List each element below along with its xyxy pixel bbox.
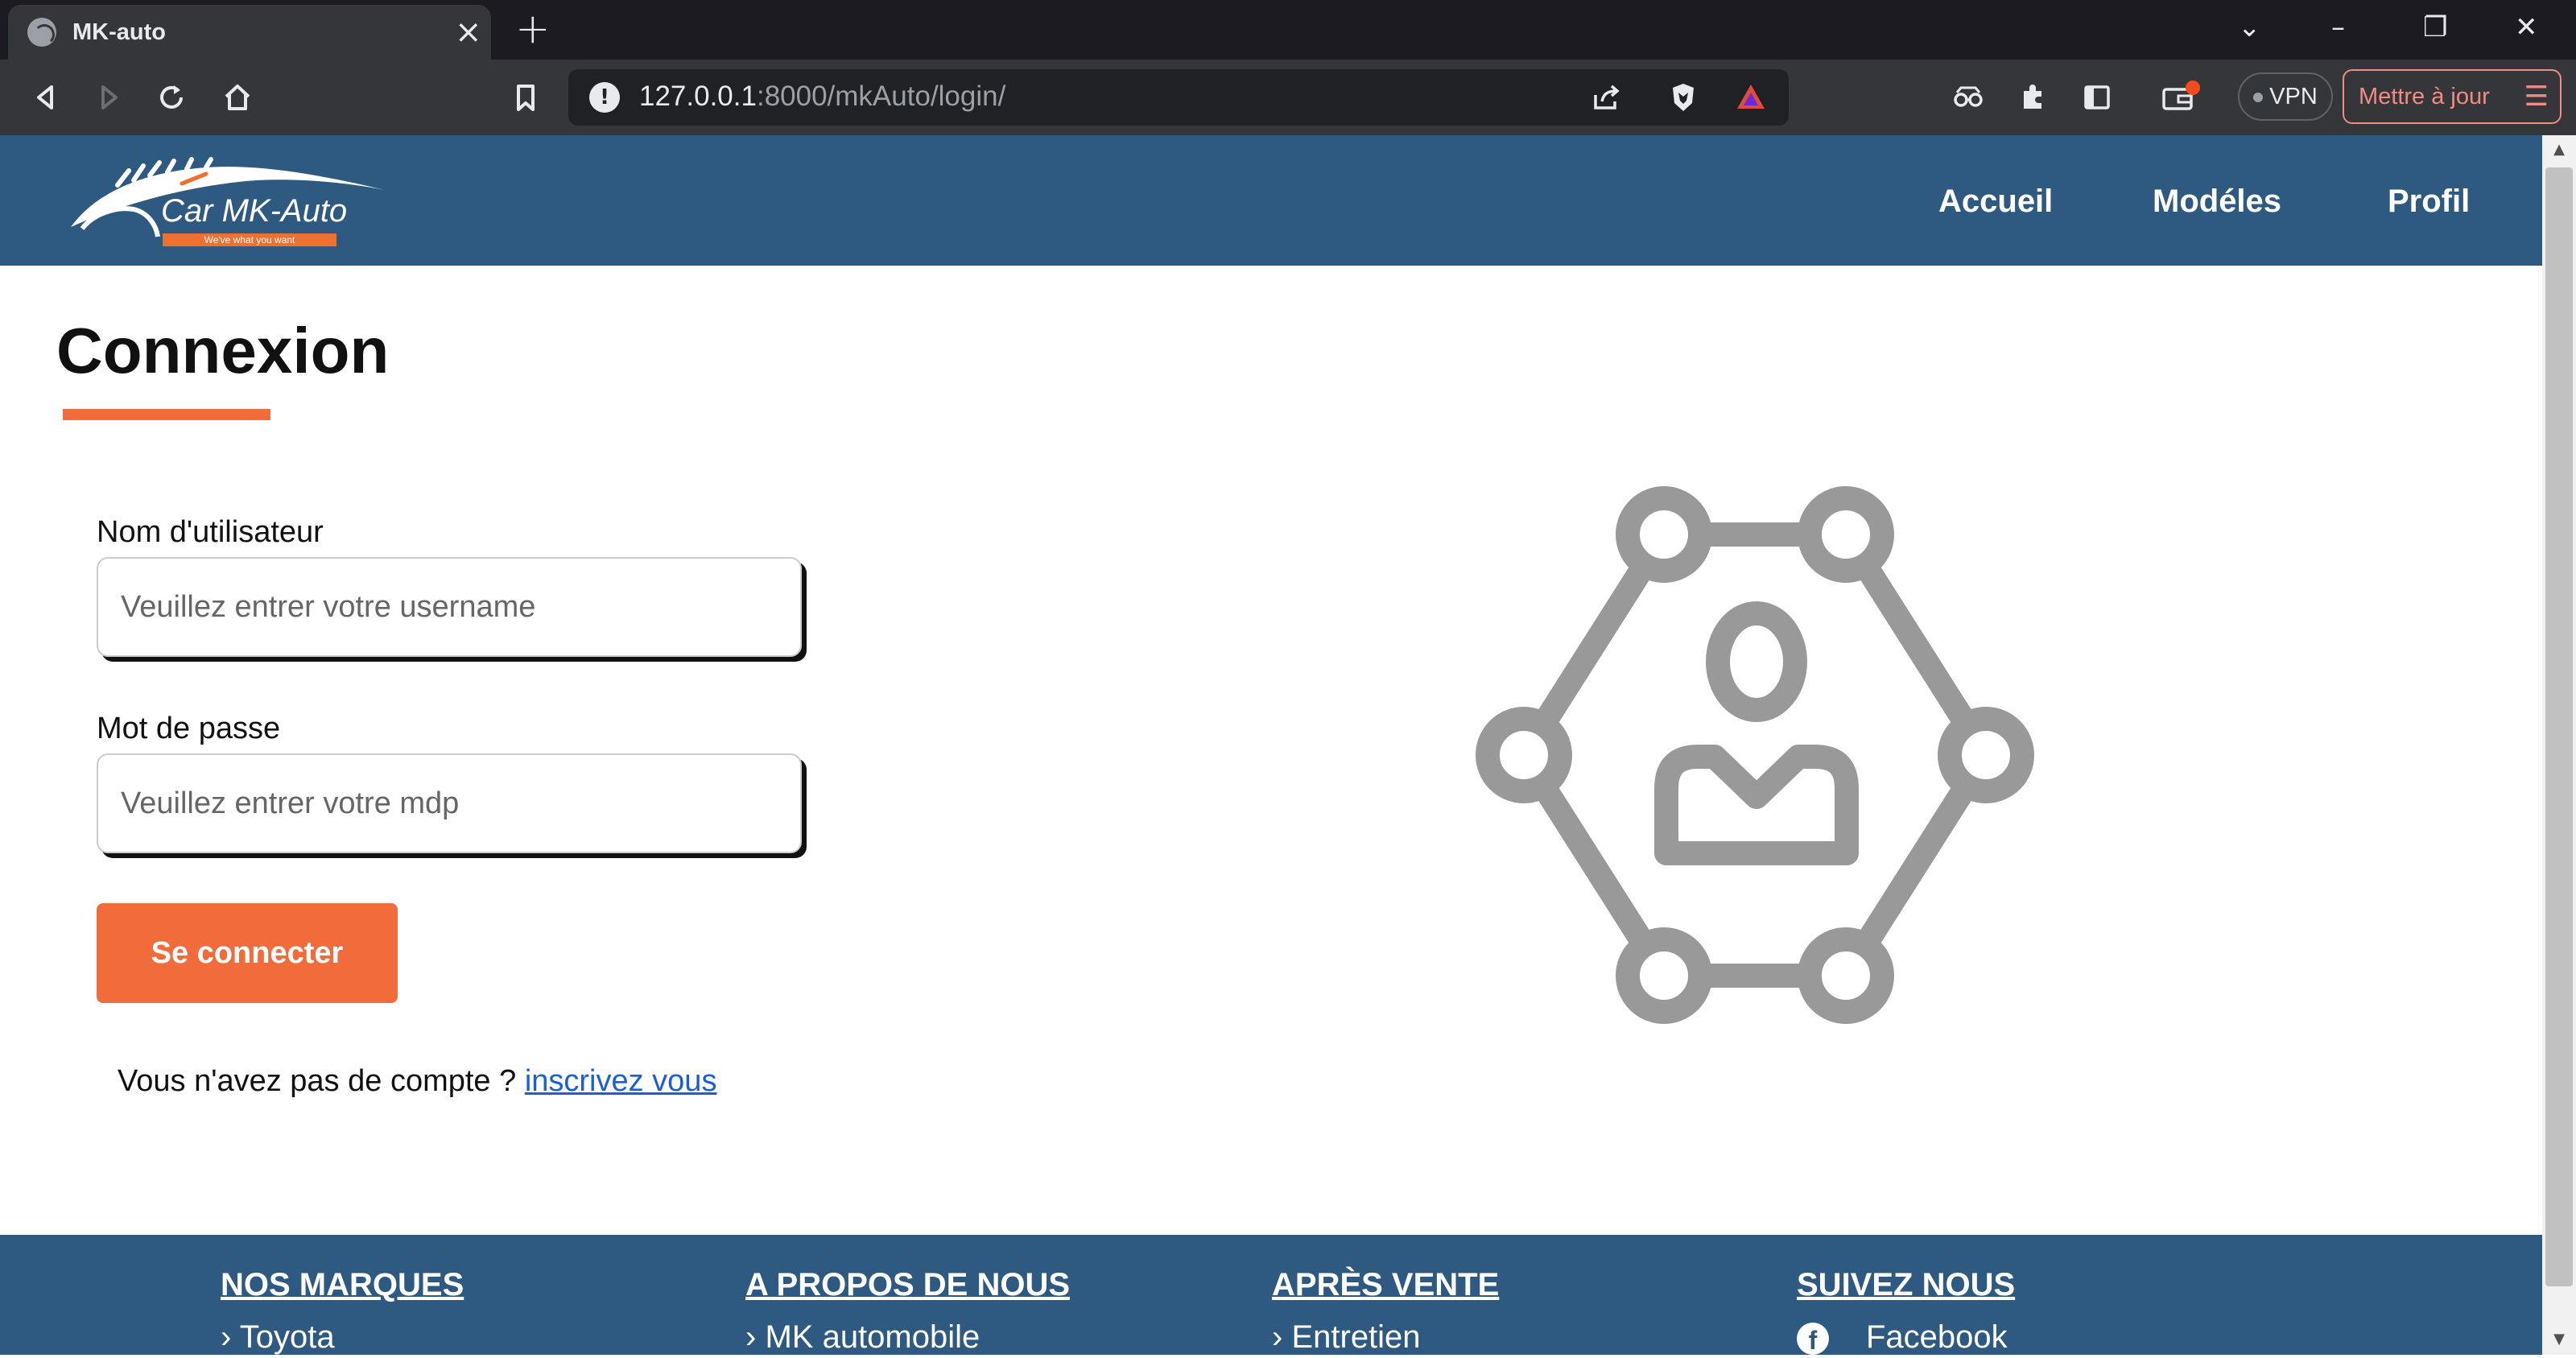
share-icon[interactable] bbox=[1587, 79, 1624, 116]
vpn-button[interactable]: VPN bbox=[2238, 72, 2333, 121]
signup-link[interactable]: inscrivez vous bbox=[525, 1064, 717, 1098]
browser-toolbar: ! 127.0.0.1:8000/mkAuto/login/ VPN Mettr… bbox=[0, 60, 2576, 135]
footer-column-brands: NOS MARQUES › Toyota bbox=[221, 1267, 464, 1356]
wallet-icon[interactable] bbox=[2159, 79, 2200, 116]
site-header: Car MK-Auto We've what you want Accueil … bbox=[0, 135, 2542, 266]
browser-tab-bar: MK-auto × + ⌄ – ❐ ✕ bbox=[0, 0, 2576, 60]
footer-link[interactable]: › Toyota bbox=[221, 1319, 464, 1356]
chevron-down-icon[interactable]: ⌄ bbox=[2238, 11, 2261, 43]
facebook-icon: f bbox=[1797, 1323, 1829, 1356]
signup-prompt-text: Vous n'avez pas de compte ? bbox=[118, 1064, 517, 1098]
back-icon[interactable] bbox=[27, 79, 64, 116]
minimize-icon[interactable]: – bbox=[2331, 11, 2345, 43]
url-text: 127.0.0.1:8000/mkAuto/login/ bbox=[639, 80, 1006, 112]
tab-title: MK-auto bbox=[72, 19, 166, 45]
scroll-up-icon[interactable]: ▲ bbox=[2542, 135, 2576, 164]
login-button[interactable]: Se connecter bbox=[97, 903, 398, 1003]
new-tab-icon[interactable]: + bbox=[515, 8, 551, 50]
footer-link[interactable]: f Facebook bbox=[1797, 1319, 2015, 1356]
site-footer: NOS MARQUES › Toyota A PROPOS DE NOUS › … bbox=[0, 1235, 2542, 1356]
nav-profil[interactable]: Profil bbox=[2388, 184, 2470, 220]
chevron-right-icon: › bbox=[745, 1319, 757, 1355]
bookmark-icon[interactable] bbox=[507, 79, 544, 116]
nav-accueil[interactable]: Accueil bbox=[1938, 184, 2053, 220]
brave-rewards-icon[interactable] bbox=[1732, 79, 1769, 116]
reload-icon[interactable] bbox=[153, 79, 190, 116]
site-info-icon[interactable]: ! bbox=[589, 82, 620, 113]
password-input[interactable] bbox=[97, 753, 802, 853]
sidebar-icon[interactable] bbox=[2079, 79, 2116, 116]
footer-heading[interactable]: A PROPOS DE NOUS bbox=[745, 1267, 1070, 1303]
restore-icon[interactable]: ❐ bbox=[2423, 11, 2447, 43]
nav-modeles[interactable]: Modéles bbox=[2153, 184, 2281, 220]
site-logo[interactable]: Car MK-Auto We've what you want bbox=[69, 153, 391, 250]
footer-link[interactable]: › Entretien bbox=[1272, 1319, 1499, 1356]
footer-column-social: SUIVEZ NOUS f Facebook bbox=[1797, 1267, 2015, 1356]
footer-heading[interactable]: APRÈS VENTE bbox=[1272, 1267, 1499, 1303]
footer-column-about: A PROPOS DE NOUS › MK automobile bbox=[745, 1267, 1070, 1356]
footer-link[interactable]: › MK automobile bbox=[745, 1319, 1070, 1356]
extensions-icon[interactable] bbox=[2014, 79, 2051, 116]
forward-icon[interactable] bbox=[90, 79, 127, 116]
close-window-icon[interactable]: ✕ bbox=[2515, 11, 2538, 43]
globe-icon bbox=[27, 18, 56, 47]
scroll-down-icon[interactable]: ▼ bbox=[2542, 1325, 2576, 1354]
menu-icon[interactable]: ☰ bbox=[2524, 71, 2549, 122]
footer-heading[interactable]: SUIVEZ NOUS bbox=[1797, 1267, 2015, 1303]
brave-shield-icon[interactable] bbox=[1665, 79, 1702, 116]
username-label: Nom d'utilisateur bbox=[97, 515, 324, 549]
scroll-thumb[interactable] bbox=[2545, 167, 2573, 1286]
logo-tagline: We've what you want bbox=[163, 233, 336, 246]
chevron-right-icon: › bbox=[221, 1319, 232, 1355]
username-input[interactable] bbox=[97, 557, 802, 657]
browser-tab[interactable]: MK-auto × bbox=[8, 5, 491, 60]
footer-column-after-sales: APRÈS VENTE › Entretien bbox=[1272, 1267, 1499, 1356]
logo-text: Car MK-Auto bbox=[161, 193, 348, 229]
chevron-right-icon: › bbox=[1272, 1319, 1283, 1355]
password-label: Mot de passe bbox=[97, 712, 281, 745]
footer-heading[interactable]: NOS MARQUES bbox=[221, 1267, 464, 1303]
reading-glasses-icon[interactable] bbox=[1950, 79, 1987, 116]
page-scrollbar[interactable]: ▲ ▼ bbox=[2542, 135, 2576, 1355]
address-bar[interactable]: ! 127.0.0.1:8000/mkAuto/login/ bbox=[568, 69, 1789, 126]
title-underline bbox=[63, 409, 270, 420]
close-tab-icon[interactable]: × bbox=[455, 16, 482, 48]
update-button[interactable]: Mettre à jour ☰ bbox=[2343, 69, 2562, 124]
user-network-icon bbox=[1476, 486, 2034, 1024]
home-icon[interactable] bbox=[219, 79, 256, 116]
signup-prompt: Vous n'avez pas de compte ? inscrivez vo… bbox=[118, 1064, 716, 1099]
page-title: Connexion bbox=[56, 315, 390, 386]
